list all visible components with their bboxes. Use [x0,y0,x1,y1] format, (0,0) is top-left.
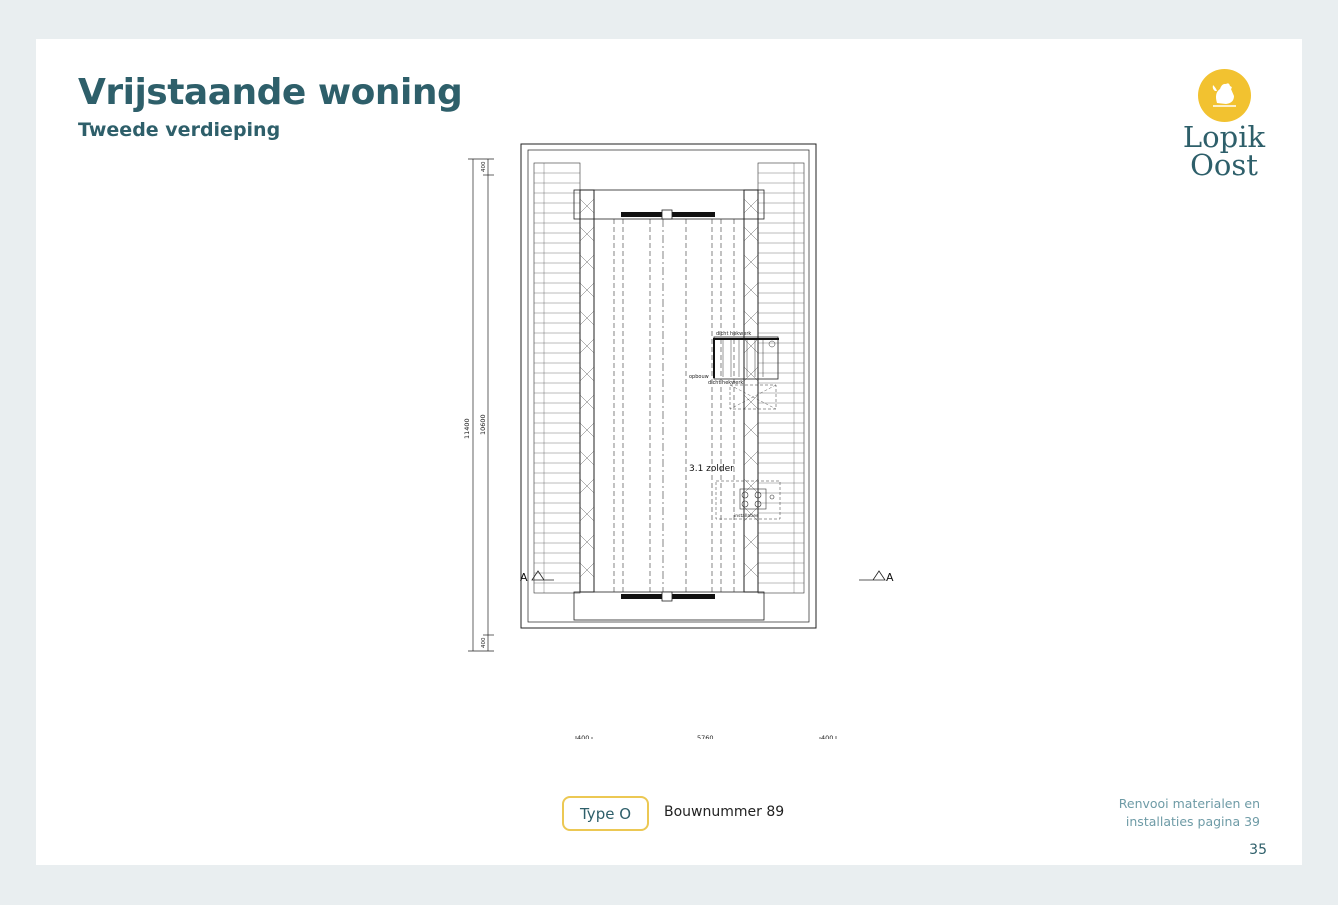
roof-tiles-left [534,163,580,593]
floor-plan: dicht hekwerk dicht hekwerk opbouw 3.1 z… [463,143,894,739]
section-marker-right: A [886,571,894,584]
note-opbouw: opbouw [689,374,709,380]
logo-wordmark: Lopik Oost [1174,120,1274,182]
dim-middle: 5760 [697,734,714,739]
type-badge: Type O [562,796,649,831]
section-marker-left: A [520,571,528,584]
note-installaties: installaties [734,513,759,519]
renvooi-note: Renvooi materialen en installaties pagin… [1076,795,1260,831]
logo-line-2: Oost [1190,148,1258,182]
dimension-vertical [468,158,494,652]
page-title: Vrijstaande woning [78,72,463,113]
note-dicht-hekwerk-2: dicht hekwerk [708,380,743,386]
note-dicht-hekwerk-1: dicht hekwerk [716,331,751,337]
roof-beams [613,219,735,592]
logo-line-1: Lopik [1182,120,1266,154]
renvooi-line-2: installaties pagina 39 [1125,814,1260,829]
page-number: 35 [1249,842,1267,858]
page-sheet: Vrijstaande woning Tweede verdieping Lop… [36,39,1302,865]
dim-right: 400 [821,734,833,739]
page-subtitle: Tweede verdieping [78,119,281,141]
dim-bottom: 400 [481,637,487,648]
dim-left: 400 [577,734,589,739]
dim-top: 400 [481,161,487,172]
renvooi-line-1: Renvooi materialen en [1118,796,1260,811]
bouwnummer: Bouwnummer 89 [664,804,785,820]
dim-inner-height: 10600 [479,414,487,435]
roof-tiles-right [758,163,804,593]
dim-total-height: 11400 [463,418,471,439]
rooster-icon [1198,69,1251,122]
room-label: 3.1 zolder [689,464,734,474]
wall-hatch [579,198,759,578]
